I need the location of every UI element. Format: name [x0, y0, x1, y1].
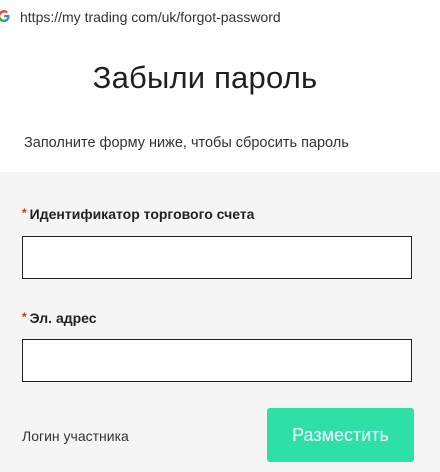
- email-input[interactable]: [22, 339, 412, 382]
- required-marker: *: [22, 206, 27, 220]
- browser-address-bar[interactable]: https://my trading com/uk/forgot-passwor…: [0, 0, 440, 32]
- google-g-icon: [0, 9, 11, 23]
- email-label-text: Эл. адрес: [29, 310, 97, 326]
- account-id-label: * Идентификатор торгового счета: [22, 206, 254, 222]
- account-id-label-text: Идентификатор торгового счета: [29, 206, 255, 222]
- submit-button[interactable]: Разместить: [267, 408, 414, 462]
- member-login-link[interactable]: Логин участника: [22, 428, 129, 444]
- required-marker: *: [22, 310, 27, 324]
- account-id-input[interactable]: [22, 236, 412, 279]
- page-title: Забыли пароль: [92, 60, 318, 95]
- email-label: * Эл. адрес: [22, 310, 97, 326]
- url-text[interactable]: https://my trading com/uk/forgot-passwor…: [20, 9, 281, 25]
- page-subtitle: Заполните форму ниже, чтобы сбросить пар…: [24, 135, 349, 151]
